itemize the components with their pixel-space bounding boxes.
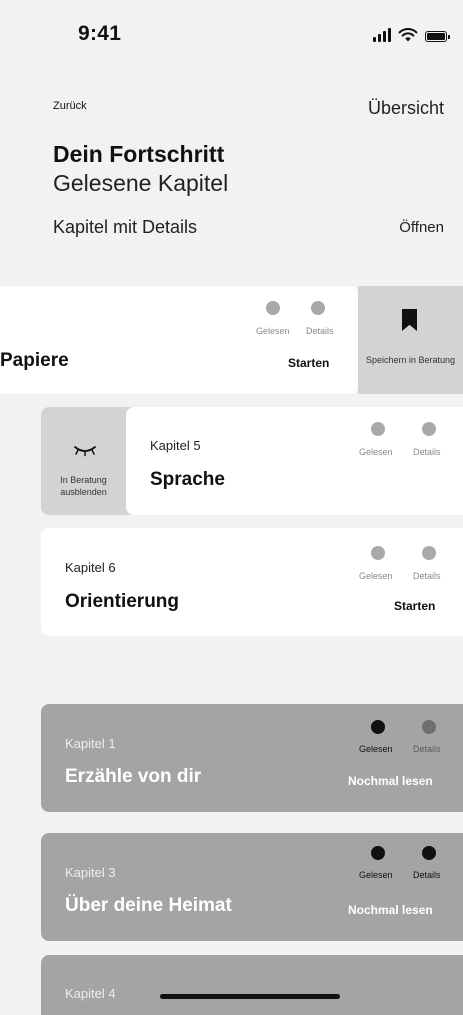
- details-label: Details: [413, 571, 441, 581]
- details-label: Details: [413, 870, 441, 880]
- chapter-title: Über deine Heimat: [65, 895, 232, 916]
- chapter-title: Erzähle von dir: [65, 766, 202, 787]
- read-indicator-icon: [266, 301, 280, 315]
- chapter-number: Kapitel 4: [65, 986, 116, 1001]
- read-indicator-icon: [371, 720, 385, 734]
- details-indicator-icon: [422, 422, 436, 436]
- read-indicator-icon: [371, 546, 385, 560]
- chapter-number: Kapitel 3: [65, 865, 116, 880]
- home-indicator[interactable]: [160, 994, 340, 999]
- details-label: Details: [413, 447, 441, 457]
- read-label: Gelesen: [359, 744, 393, 754]
- chapter-card-heimat[interactable]: Kapitel 3 Über deine Heimat Gelesen Deta…: [41, 833, 463, 941]
- page-subtitle: Gelesene Kapitel: [53, 170, 229, 196]
- read-label: Gelesen: [359, 447, 393, 457]
- start-button[interactable]: Starten: [288, 356, 329, 370]
- page-title: Dein Fortschritt: [53, 141, 225, 167]
- battery-icon: [425, 31, 450, 42]
- chapter-card-sprache[interactable]: Kapitel 5 Sprache Gelesen Details: [126, 407, 463, 515]
- details-indicator-icon: [311, 301, 325, 315]
- back-link[interactable]: Zurück: [53, 100, 87, 112]
- open-link[interactable]: Öffnen: [399, 219, 444, 236]
- details-indicator-icon: [422, 846, 436, 860]
- status-time: 9:41: [78, 22, 122, 45]
- bookmark-icon: [402, 309, 417, 331]
- chapter-number: Kapitel 1: [65, 736, 116, 751]
- overview-link[interactable]: Übersicht: [368, 98, 444, 119]
- details-label: Details: [306, 326, 334, 336]
- hide-in-consultation-label: In Beratung ausblenden: [60, 475, 107, 497]
- read-label: Gelesen: [256, 326, 290, 336]
- chapter-card-kapitel-4[interactable]: Kapitel 4: [41, 955, 463, 1015]
- chapter-number: Kapitel 6: [65, 560, 116, 575]
- read-again-button[interactable]: Nochmal lesen: [348, 774, 433, 788]
- details-indicator-icon: [422, 720, 436, 734]
- chapter-card-erzaehle[interactable]: Kapitel 1 Erzähle von dir Gelesen Detail…: [41, 704, 463, 812]
- read-indicator-icon: [371, 422, 385, 436]
- chapter-title: Papiere: [0, 350, 69, 371]
- chapter-details-label: Kapitel mit Details: [53, 217, 198, 237]
- chapter-card-orientierung[interactable]: Kapitel 6 Orientierung Gelesen Details S…: [41, 528, 463, 636]
- chapter-title: Orientierung: [65, 591, 180, 612]
- save-to-consultation-label: Speichern in Beratung: [365, 355, 456, 365]
- wifi-icon: [398, 28, 418, 42]
- status-icons: [373, 28, 450, 42]
- chapter-card-papiere[interactable]: Gelesen Details Papiere Starten: [0, 286, 358, 394]
- hide-in-consultation-button[interactable]: In Beratung ausblenden: [41, 407, 136, 515]
- save-to-consultation-button[interactable]: Speichern in Beratung: [358, 286, 463, 394]
- chapter-number: Kapitel 5: [150, 438, 201, 453]
- read-label: Gelesen: [359, 870, 393, 880]
- read-again-button[interactable]: Nochmal lesen: [348, 903, 433, 917]
- read-label: Gelesen: [359, 571, 393, 581]
- read-indicator-icon: [371, 846, 385, 860]
- start-button[interactable]: Starten: [394, 599, 435, 613]
- cellular-signal-icon: [373, 28, 391, 42]
- details-indicator-icon: [422, 546, 436, 560]
- details-label: Details: [413, 744, 441, 754]
- eye-closed-icon: [74, 446, 96, 457]
- chapter-title: Sprache: [150, 469, 225, 490]
